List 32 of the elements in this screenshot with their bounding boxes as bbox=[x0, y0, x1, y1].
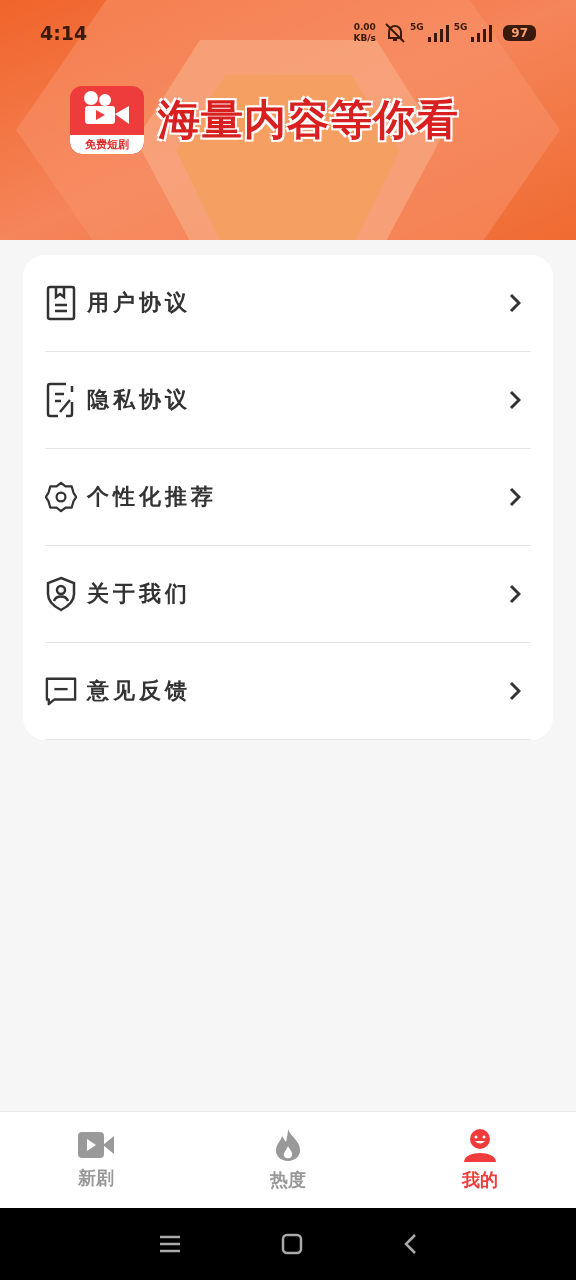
battery-level: 97 bbox=[503, 25, 536, 41]
signal-icon bbox=[426, 23, 451, 43]
home-icon[interactable] bbox=[281, 1233, 303, 1255]
back-icon[interactable] bbox=[403, 1233, 417, 1255]
flame-icon bbox=[273, 1128, 303, 1162]
menu-item[interactable]: 意见反馈 bbox=[45, 643, 531, 740]
gear-icon bbox=[45, 479, 77, 515]
person-icon bbox=[463, 1128, 497, 1162]
banner-title: 海量内容等你看 bbox=[158, 94, 459, 146]
network-type: 5G bbox=[453, 22, 468, 32]
logo-label: 免费短剧 bbox=[70, 135, 144, 154]
chevron-right-icon bbox=[509, 681, 521, 701]
chevron-right-icon bbox=[509, 293, 521, 313]
video-camera-icon bbox=[77, 1130, 115, 1160]
status-time: 4:14 bbox=[40, 22, 88, 44]
menu-item[interactable]: 个性化推荐 bbox=[45, 449, 531, 546]
chevron-right-icon bbox=[509, 390, 521, 410]
tab[interactable]: 我的 bbox=[384, 1112, 576, 1208]
chevron-right-icon bbox=[509, 584, 521, 604]
muted-bell-icon bbox=[383, 22, 407, 44]
menu-item[interactable]: 用户协议 bbox=[45, 255, 531, 352]
network-type: 5G bbox=[410, 22, 424, 32]
menu-item[interactable]: 关于我们 bbox=[45, 546, 531, 643]
menu-icon[interactable] bbox=[159, 1234, 181, 1254]
message-icon bbox=[45, 675, 77, 707]
menu-item[interactable]: 隐私协议 bbox=[45, 352, 531, 449]
document-icon bbox=[45, 285, 77, 321]
shield-user-icon bbox=[45, 576, 77, 612]
network-speed: 0.00 bbox=[353, 22, 376, 33]
chevron-right-icon bbox=[509, 487, 521, 507]
signal-icon bbox=[470, 23, 495, 43]
network-speed-unit: KB/s bbox=[353, 33, 376, 44]
